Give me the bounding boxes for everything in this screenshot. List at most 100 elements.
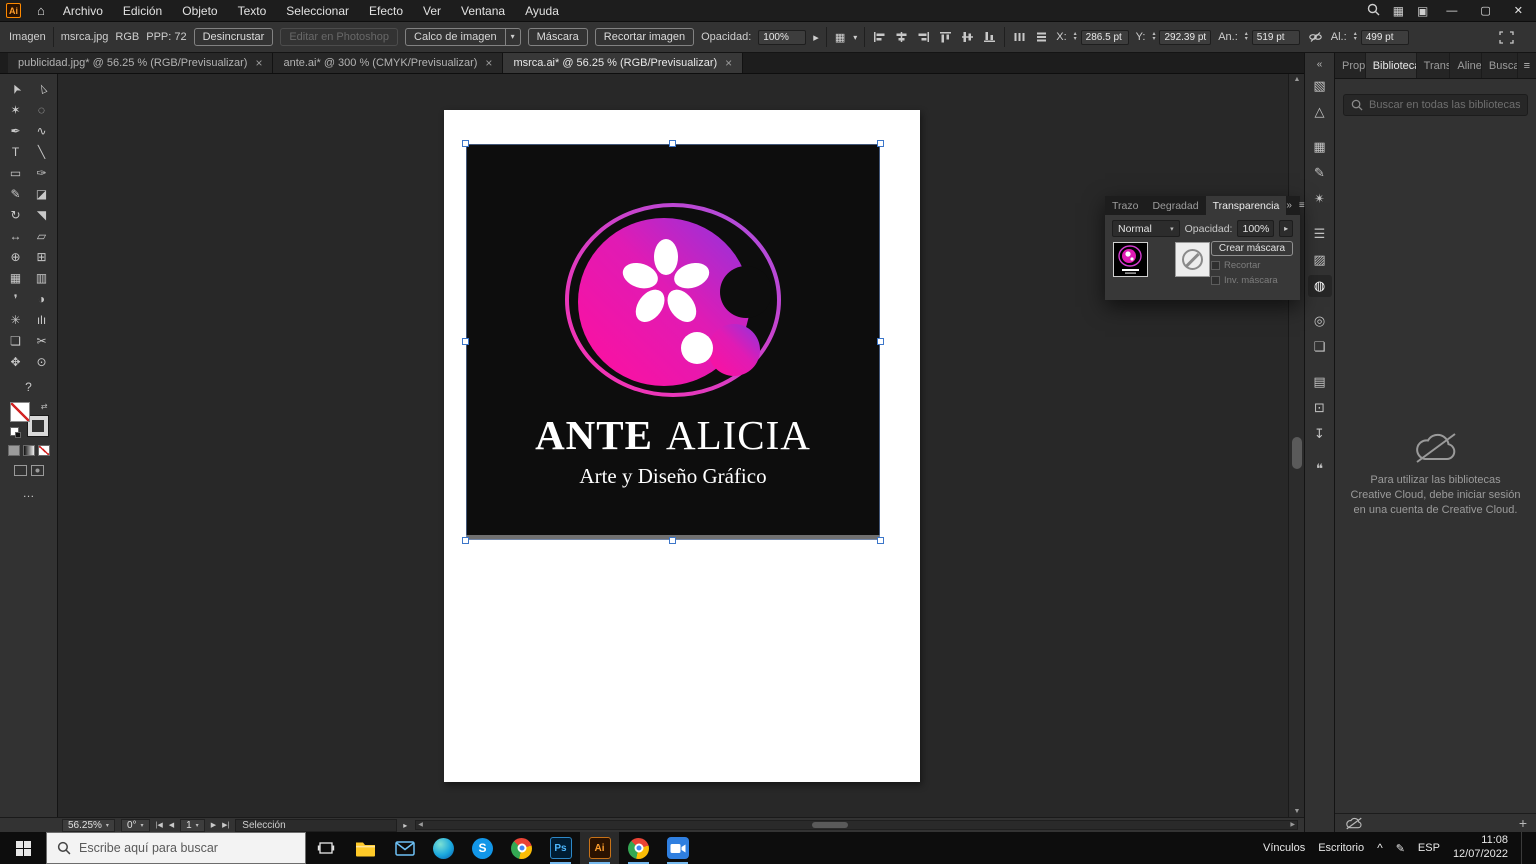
selection-handle[interactable] [669,537,676,544]
paintbrush-tool[interactable]: ✑ [30,163,54,183]
selection-handle[interactable] [877,537,884,544]
expand-panels-icon[interactable]: « [1317,55,1323,73]
scroll-down-icon[interactable]: ▼ [1289,808,1305,815]
height-stepper[interactable]: ▴ ▾ [1354,31,1357,42]
windows-ink-icon[interactable]: ✎ [1396,842,1405,855]
perspective-grid-tool[interactable]: ⊞ [30,247,54,267]
close-tab-icon[interactable]: × [725,56,732,70]
tab-transformar[interactable]: Trans [1417,53,1451,78]
opacity-flyout-icon[interactable]: ▸ [813,31,819,44]
lasso-tool[interactable]: ◌ [30,100,54,120]
blend-mode-select[interactable]: Normal ▾ [1112,220,1180,237]
width-tool[interactable]: ↔ [4,226,28,246]
swatches-panel-icon[interactable]: ▦ [1308,136,1332,158]
x-stepper[interactable]: ▴ ▾ [1074,31,1077,42]
color-panel-icon[interactable]: ▧ [1308,75,1332,97]
draw-inside-icon[interactable] [30,465,44,476]
selection-handle[interactable] [877,140,884,147]
zoom-level-select[interactable]: 56.25% ▾ [62,818,115,832]
fill-swatch-none[interactable] [9,402,30,422]
search-icon[interactable] [1367,3,1380,19]
line-segment-tool[interactable]: ╲ [30,142,54,162]
taskbar-search[interactable] [46,832,306,864]
pencil-tool[interactable]: ✎ [4,184,28,204]
menu-texto[interactable]: Texto [228,4,277,18]
start-button[interactable] [0,832,46,864]
panel-menu-icon[interactable]: ≡ [1518,53,1536,78]
minimize-button[interactable]: — [1441,5,1462,17]
tab-bibliotecas[interactable]: Bibliotecas [1365,53,1417,78]
x-value-field[interactable]: 286.5 pt [1080,29,1129,45]
selection-handle[interactable] [462,140,469,147]
selection-handle[interactable] [877,338,884,345]
tab-trazo[interactable]: Trazo [1105,196,1145,215]
illustrator-icon[interactable]: Ai [580,832,619,864]
layers-panel-icon[interactable]: ▤ [1308,371,1332,393]
align-top-icon[interactable] [938,31,953,43]
illustrator-app-icon[interactable]: Ai [6,3,21,18]
chevron-down-icon[interactable]: ▾ [853,33,857,42]
vertical-scroll-thumb[interactable] [1292,437,1302,469]
embed-button[interactable]: Desincrustar [193,28,274,46]
default-fill-stroke-icon[interactable] [9,427,21,438]
slice-tool[interactable]: ✂ [30,331,54,351]
draw-normal-icon[interactable] [13,465,27,476]
show-desktop-button[interactable] [1521,832,1526,864]
hand-tool[interactable]: ✥ [4,352,28,372]
brushes-panel-icon[interactable]: ✎ [1308,162,1332,184]
width-value-field[interactable]: 519 pt [1251,29,1300,45]
close-button[interactable]: ✕ [1509,4,1528,17]
mask-thumbnail[interactable] [1175,242,1210,277]
menu-archivo[interactable]: Archivo [53,4,113,18]
add-library-item-icon[interactable]: + [1519,815,1527,831]
menu-edicion[interactable]: Edición [113,4,172,18]
height-value-field[interactable]: 499 pt [1360,29,1409,45]
align-vcenter-icon[interactable] [960,31,975,43]
fill-stroke-control[interactable]: ⇄ [9,402,49,438]
align-hcenter-icon[interactable] [894,31,909,43]
pen-tool[interactable]: ✒ [4,121,28,141]
tab-msrca[interactable]: msrca.ai* @ 56.25 % (RGB/Previsualizar) … [503,53,744,73]
tab-ante[interactable]: ante.ai* @ 300 % (CMYK/Previsualizar) × [273,53,504,73]
help-icon[interactable]: ? [25,380,32,394]
next-artboard-icon[interactable]: ▶ [211,821,216,829]
artboards-panel-icon[interactable]: ⊡ [1308,397,1332,419]
first-artboard-icon[interactable]: |◀ [156,821,163,829]
y-value-field[interactable]: 292.39 pt [1159,29,1212,45]
symbol-sprayer-tool[interactable]: ✳ [4,310,28,330]
appearance-panel-icon[interactable]: ◎ [1308,310,1332,332]
make-mask-button[interactable]: Crear máscara [1211,241,1293,256]
mail-icon[interactable] [385,832,424,864]
tray-desktop-toolbar[interactable]: Escritorio [1318,842,1364,854]
artboard-tool[interactable]: ❏ [4,331,28,351]
taskbar-search-input[interactable] [79,841,295,855]
libraries-search-input[interactable] [1369,99,1520,111]
stroke-panel-icon[interactable]: ☰ [1308,223,1332,245]
menu-efecto[interactable]: Efecto [359,4,413,18]
menu-ayuda[interactable]: Ayuda [515,4,569,18]
cloud-sync-icon[interactable] [1344,817,1364,830]
tab-degradado[interactable]: Degradad [1145,196,1205,215]
distribute-vertical-icon[interactable] [1034,31,1049,43]
previous-artboard-icon[interactable]: ◀ [169,821,174,829]
free-transform-tool[interactable]: ▱ [30,226,54,246]
free-transform-icon[interactable] [1498,30,1515,44]
file-explorer-icon[interactable] [346,832,385,864]
canvas-area[interactable]: ANTE ALICIA Arte y Diseño Gráfico [58,74,1288,817]
tab-buscar[interactable]: Busca [1482,53,1518,78]
mesh-tool[interactable]: ▦ [4,268,28,288]
photoshop-icon[interactable]: Ps [541,832,580,864]
tray-expand-icon[interactable]: ^ [1377,841,1383,855]
scroll-up-icon[interactable]: ▲ [1289,76,1305,83]
none-button[interactable] [37,445,50,456]
tray-links-toolbar[interactable]: Vínculos [1263,842,1305,854]
swap-fill-stroke-icon[interactable]: ⇄ [41,402,48,411]
panel-menu-icon[interactable]: ≡ [1299,200,1305,211]
image-trace-combo[interactable]: Calco de imagen ▾ [405,28,521,46]
scroll-right-icon[interactable]: ▶ [1290,821,1295,830]
workspace-switcher-icon[interactable]: ▣ [1417,4,1428,18]
color-button[interactable] [7,445,20,456]
restore-button[interactable]: ▢ [1475,4,1495,17]
stroke-swatch[interactable] [26,415,49,437]
y-stepper[interactable]: ▴ ▾ [1152,31,1155,42]
